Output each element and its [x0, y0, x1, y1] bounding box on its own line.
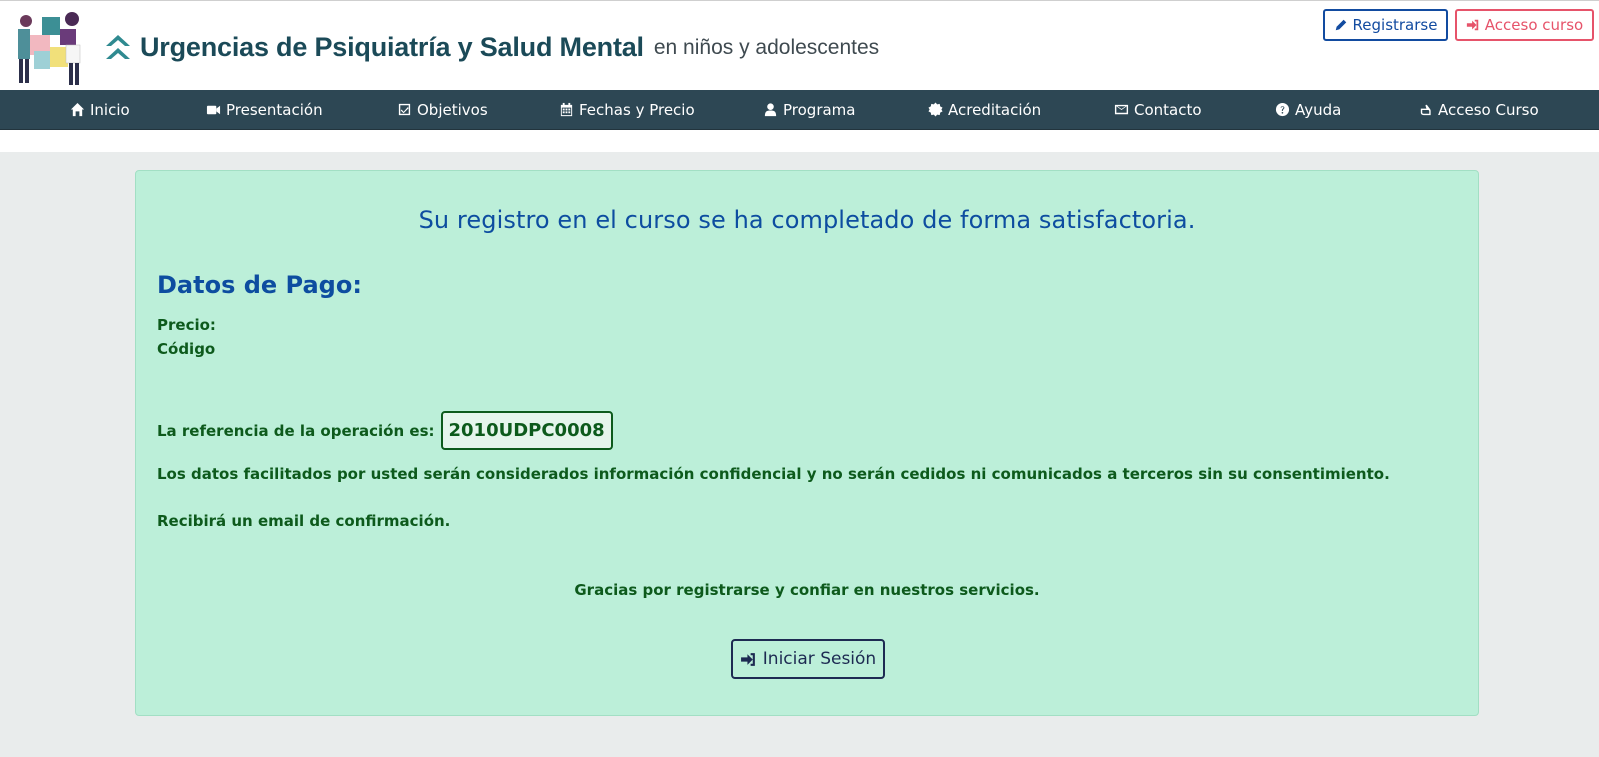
nav-item-label: Programa	[783, 100, 856, 119]
nav-item-acceso-curso[interactable]: Acceso Curso	[1418, 90, 1539, 129]
login-button-label: Iniciar Sesión	[762, 649, 877, 669]
site-brand[interactable]: Urgencias de Psiquiatría y Salud Mental …	[104, 30, 879, 64]
nav-item-ayuda[interactable]: Ayuda	[1275, 90, 1341, 129]
code-label: Código	[157, 340, 216, 358]
reference-label: La referencia de la operación es:	[157, 421, 435, 440]
certificate-icon	[928, 102, 943, 117]
video-icon	[206, 105, 221, 115]
registration-success-panel: Su registro en el curso se ha completado…	[135, 170, 1479, 716]
site-title: Urgencias de Psiquiatría y Salud Mental	[140, 31, 644, 62]
register-button-label: Registrarse	[1352, 16, 1438, 34]
price-label: Precio:	[157, 316, 216, 334]
reference-row: La referencia de la operación es: 2010UD…	[157, 411, 613, 450]
reference-value: 2010UDPC0008	[440, 411, 613, 450]
nav-item-label: Acreditación	[948, 100, 1042, 119]
nav-item-label: Fechas y Precio	[579, 100, 695, 119]
nav-item-label: Inicio	[90, 100, 130, 119]
privacy-text: Los datos facilitados por usted serán co…	[157, 465, 1390, 483]
nav-item-label: Presentación	[226, 100, 323, 119]
question-circle-icon	[1275, 102, 1290, 117]
check-square-icon	[398, 103, 411, 116]
nav-spacer	[0, 130, 1599, 152]
nav-item-label: Objetivos	[417, 100, 488, 119]
user-icon	[764, 103, 777, 117]
nav-item-acreditacion[interactable]: Acreditación	[928, 90, 1041, 129]
site-header: Urgencias de Psiquiatría y Salud Mental …	[0, 0, 1599, 91]
nav-item-label: Ayuda	[1295, 100, 1342, 119]
nav-item-inicio[interactable]: Inicio	[70, 90, 130, 129]
payment-title: Datos de Pago:	[157, 271, 362, 299]
course-access-button[interactable]: Acceso curso	[1455, 9, 1594, 41]
home-icon	[70, 102, 85, 117]
nav-item-contacto[interactable]: Contacto	[1114, 90, 1202, 129]
sign-in-icon	[1466, 19, 1479, 31]
envelope-icon	[1114, 104, 1129, 115]
pencil-icon	[1335, 19, 1346, 31]
site-subtitle: en niños y adolescentes	[653, 36, 880, 59]
thanks-text: Gracias por registrarse y confiar en nue…	[574, 581, 1040, 599]
main-nav: Inicio Presentación Objetivos Fechas y P…	[0, 90, 1599, 130]
nav-item-label: Contacto	[1134, 100, 1202, 119]
calendar-icon	[560, 102, 573, 117]
email-confirmation-text: Recibirá un email de confirmación.	[157, 512, 451, 530]
nav-item-presentacion[interactable]: Presentación	[206, 90, 323, 129]
nav-item-programa[interactable]: Programa	[763, 90, 855, 129]
sign-in-icon	[740, 652, 755, 666]
nav-item-label: Acceso Curso	[1438, 100, 1539, 119]
nav-item-objetivos[interactable]: Objetivos	[397, 90, 488, 129]
logo-puzzle-people-icon[interactable]	[12, 7, 88, 87]
nav-item-fechas-precio[interactable]: Fechas y Precio	[559, 90, 695, 129]
hand-pointer-icon	[1420, 104, 1431, 116]
success-message: Su registro en el curso se ha completado…	[418, 206, 1196, 234]
login-button[interactable]: Iniciar Sesión	[731, 639, 885, 679]
course-access-button-label: Acceso curso	[1484, 16, 1584, 34]
register-button[interactable]: Registrarse	[1323, 9, 1448, 41]
chevron-up-double-icon	[106, 35, 130, 59]
